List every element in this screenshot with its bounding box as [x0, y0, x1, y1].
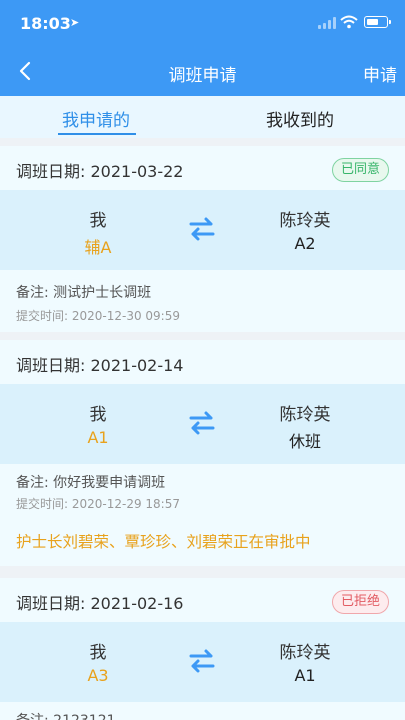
status-badge-rejected: 已拒绝 [331, 590, 389, 614]
swap-date: 调班日期: 2021-02-16 [16, 594, 184, 613]
tab-my-applications[interactable]: 我申请的 [62, 106, 130, 131]
applicant-name: 我 [89, 211, 107, 231]
swap-arrows-icon [189, 217, 215, 241]
applicant-name: 我 [89, 643, 107, 663]
tab-bar: 我申请的 我收到的 [0, 96, 405, 138]
submit-time: 提交时间: 2020-12-30 09:59 [16, 309, 180, 323]
page-title: 调班申请 [168, 66, 237, 86]
wifi-icon [340, 15, 358, 29]
shift-swap-card[interactable]: 调班日期: 2021-02-14 我 A1 陈玲英 休班 备注: 你好我要申请调… [0, 340, 405, 566]
cellular-signal-icon [318, 17, 336, 29]
tab-received[interactable]: 我收到的 [266, 106, 334, 131]
active-tab-indicator [58, 133, 136, 135]
swap-panel: 我 A3 陈玲英 A1 [0, 622, 405, 702]
target-name: 陈玲英 [279, 643, 331, 663]
swap-panel: 我 A1 陈玲英 休班 [0, 384, 405, 464]
remark-text: 备注: 你好我要申请调班 [16, 475, 166, 491]
battery-icon [364, 16, 391, 28]
remark-text: 备注: 测试护士长调班 [16, 285, 152, 301]
approval-status-text: 护士长刘碧荣、覃珍珍、刘碧荣正在审批中 [16, 533, 311, 551]
applicant-shift: A1 [87, 428, 109, 447]
submit-time: 提交时间: 2020-12-29 18:57 [16, 497, 180, 511]
status-bar: 18:03 ➤ [0, 0, 405, 46]
card-header: 调班日期: 2021-03-22 已同意 [0, 146, 405, 190]
nav-bar: 调班申请 申请 [0, 46, 405, 96]
applicant-name: 我 [89, 405, 107, 425]
apply-button[interactable]: 申请 [363, 61, 397, 86]
swap-date: 调班日期: 2021-02-14 [16, 356, 184, 375]
swap-panel: 我 辅A 陈玲英 A2 [0, 190, 405, 270]
target-shift: A1 [294, 666, 316, 685]
app-header: 18:03 ➤ 调班申请 申请 [0, 0, 405, 96]
target-shift: 休班 [288, 432, 321, 451]
applicant-shift: 辅A [84, 238, 112, 257]
target-shift: A2 [294, 234, 316, 253]
shift-swap-card[interactable]: 调班日期: 2021-03-22 已同意 我 辅A 陈玲英 A2 备注: 测试护… [0, 146, 405, 332]
target-name: 陈玲英 [279, 211, 331, 231]
card-header: 调班日期: 2021-02-14 [0, 340, 405, 384]
location-arrow-icon: ➤ [70, 16, 80, 29]
card-header: 调班日期: 2021-02-16 已拒绝 [0, 578, 405, 622]
swap-arrows-icon [189, 411, 215, 435]
shift-swap-card[interactable]: 调班日期: 2021-02-16 已拒绝 我 A3 陈玲英 A1 备注: 212… [0, 578, 405, 720]
status-time: 18:03 [20, 14, 71, 33]
swap-arrows-icon [189, 649, 215, 673]
status-badge-approved: 已同意 [331, 158, 389, 182]
swap-date: 调班日期: 2021-03-22 [16, 162, 184, 181]
remark-text: 备注: 2123121 [16, 710, 116, 720]
target-name: 陈玲英 [279, 405, 331, 425]
applicant-shift: A3 [87, 666, 109, 685]
